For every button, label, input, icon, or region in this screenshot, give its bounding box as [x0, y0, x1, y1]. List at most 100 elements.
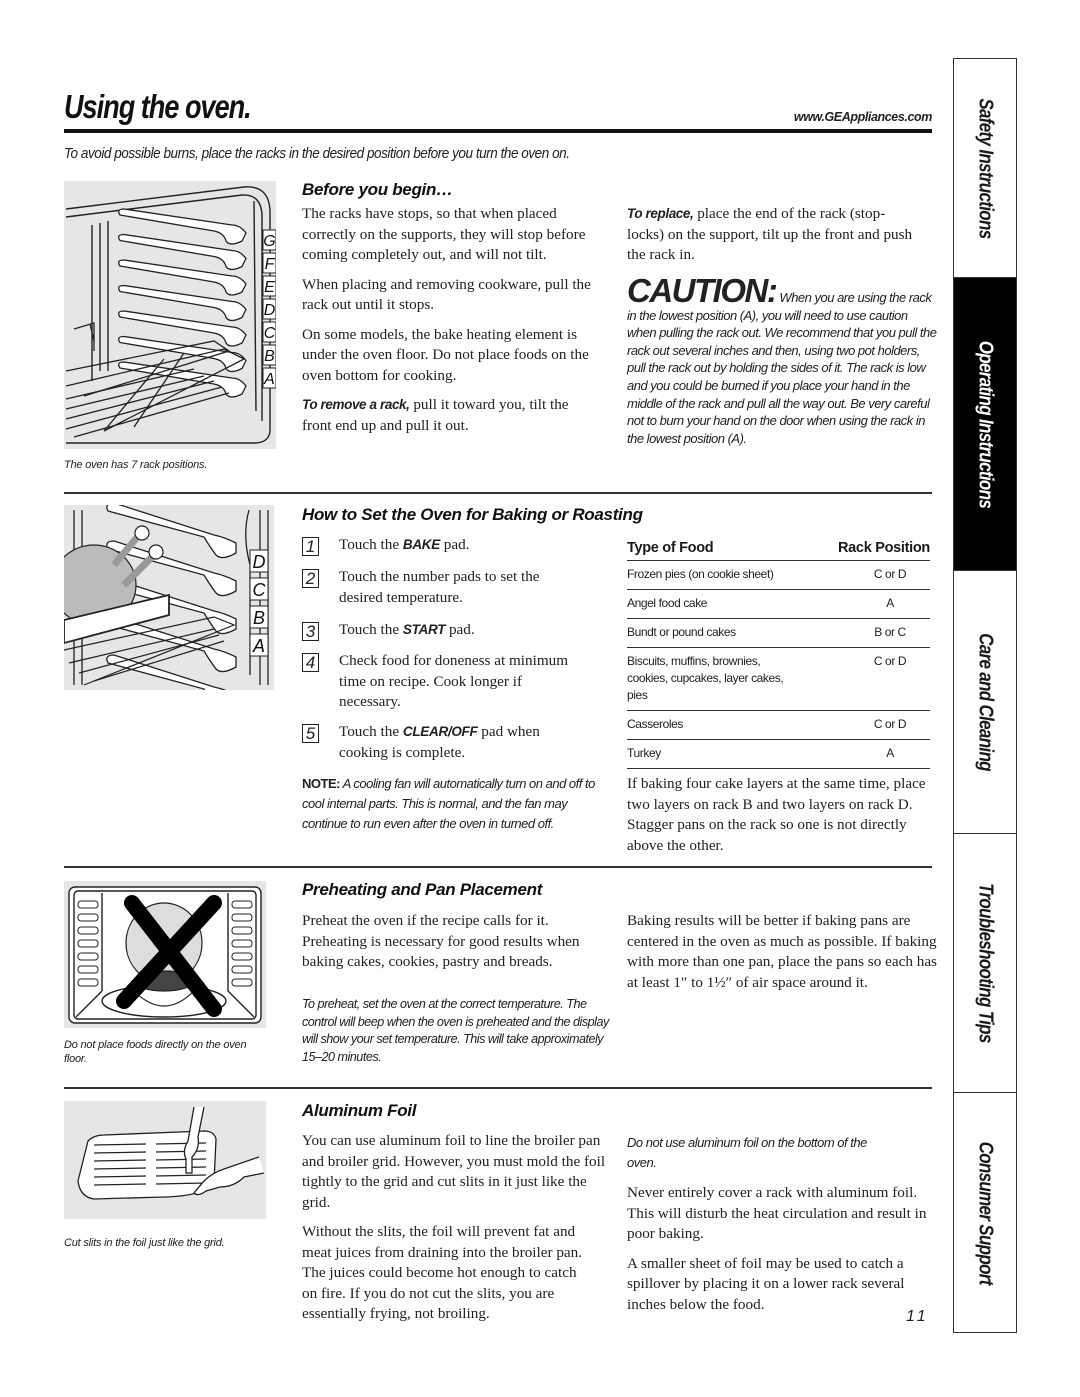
rack-position: C or D [873, 654, 907, 668]
tab-consumer-support[interactable]: Consumer Support [954, 1093, 1016, 1333]
tab-operating-instructions[interactable]: Operating Instructions [954, 278, 1016, 571]
side-rack [77, 939, 99, 948]
section-tabs: Safety Instructions Operating Instructio… [953, 58, 1017, 1333]
food-type: Turkey [627, 746, 661, 760]
column-header-food: Type of Food [627, 540, 714, 556]
foil-caption: Cut slits in the foil just like the grid… [64, 1237, 225, 1249]
rack-label-A: A [252, 636, 265, 656]
side-rack [77, 913, 99, 922]
caution-label: CAUTION: [627, 272, 778, 309]
paragraph: You can use aluminum foil to line the br… [302, 1132, 606, 1211]
aluminum-foil-text: You can use aluminum foil to line the br… [302, 1131, 612, 1334]
step-4: 4 Check food for doneness at minimum tim… [302, 651, 574, 713]
section-divider [64, 1087, 932, 1089]
paragraph: A smaller sheet of foil may be used to c… [627, 1254, 905, 1313]
before-you-begin-heading: Before you begin… [302, 180, 453, 199]
rack-position-table: Type of Food Rack Position Frozen pies (… [627, 540, 930, 769]
cake-layers-tip: If baking four cake layers at the same t… [627, 775, 926, 854]
clear-off-pad-label: CLEAR/OFF [402, 724, 478, 739]
rack-label-A: A [263, 371, 275, 388]
side-rack [231, 900, 253, 909]
step-text: Touch the number pads to set the desired… [339, 568, 540, 606]
foil-bottom-warning: Do not use aluminum foil on the bottom o… [627, 1135, 867, 1170]
rack-position: B or C [874, 625, 906, 639]
pan-placement-paragraph: Baking results will be better if baking … [627, 912, 937, 991]
table-row: Biscuits, muffins, brownies, cookies, cu… [627, 648, 930, 711]
step-5: 5 Touch the CLEAR/OFF pad when cooking i… [302, 722, 584, 763]
step-3: 3 Touch the START pad. [302, 620, 579, 641]
paragraph: On some models, the bake heating element… [302, 325, 589, 384]
step-number: 1 [302, 537, 319, 556]
step-2: 2 Touch the number pads to set the desir… [302, 567, 569, 608]
side-rack [231, 978, 253, 987]
tab-care-and-cleaning[interactable]: Care and Cleaning [954, 571, 1016, 834]
rack-label-G: G [263, 233, 275, 250]
food-type: Angel food cake [627, 596, 708, 610]
table-row: Frozen pies (on cookie sheet) C or D [627, 561, 930, 590]
section-divider [64, 866, 932, 868]
side-rack [77, 952, 99, 961]
step-number: 3 [302, 622, 319, 641]
side-rack [77, 900, 99, 909]
step-text: Touch the BAKE pad. [339, 536, 470, 553]
remove-rack-lead: To remove a rack, [302, 397, 410, 412]
page-title: Using the oven. [64, 88, 252, 125]
intro-warning: To avoid possible burns, place the racks… [64, 145, 570, 162]
oven-floor-caption: Do not place foods directly on the oven … [64, 1039, 247, 1065]
side-rack [231, 939, 253, 948]
step-number: 2 [302, 569, 319, 588]
rack-label-C: C [253, 580, 267, 600]
rack-label-E: E [264, 279, 275, 296]
caution-box: CAUTION: When you are using the rack in … [627, 274, 937, 447]
oven-floor-warning-illustration [64, 881, 266, 1028]
rack-label-F: F [265, 256, 276, 273]
rack-positions-illustration: GFEDCBA [64, 181, 276, 449]
cooling-fan-note: NOTE: A cooling fan will automatically t… [302, 774, 607, 834]
baking-heading: How to Set the Oven for Baking or Roasti… [302, 505, 643, 524]
food-type: Frozen pies (on cookie sheet) [627, 567, 774, 581]
side-rack [231, 926, 253, 935]
tab-label: Consumer Support [974, 1141, 997, 1285]
note-text: A cooling fan will automatically turn on… [302, 776, 595, 831]
broiler-foil-illustration [64, 1101, 266, 1219]
note-label: NOTE: [302, 776, 340, 791]
rack-label-B: B [253, 608, 265, 628]
preheating-paragraph: Preheat the oven if the recipe calls for… [302, 912, 580, 970]
replace-rack-lead: To replace, [627, 206, 694, 221]
side-rack [231, 965, 253, 974]
website-link[interactable]: www.GEAppliances.com [794, 110, 933, 124]
step-number: 4 [302, 653, 319, 672]
roasting-illustration: DCBA [64, 505, 274, 690]
section-divider [64, 492, 932, 494]
tab-label: Troubleshooting Tips [974, 883, 997, 1043]
baking-steps: 1 Touch the BAKE pad. 2 Touch the number… [302, 535, 602, 775]
bake-pad-label: BAKE [402, 537, 440, 552]
remove-rack-instructions: To remove a rack, pull it toward you, ti… [302, 395, 572, 436]
page-number: 11 [906, 1308, 929, 1325]
paragraph: Without the slits, the foil will prevent… [302, 1223, 583, 1322]
rack-label-C: C [264, 325, 276, 342]
tab-troubleshooting-tips[interactable]: Troubleshooting Tips [954, 834, 1016, 1093]
rack-label-B: B [264, 348, 275, 365]
tab-label: Operating Instructions [974, 340, 997, 508]
food-type: Biscuits, muffins, brownies, cookies, cu… [627, 654, 784, 702]
table-row: Angel food cake A [627, 590, 930, 619]
step-text: Touch the START pad. [339, 621, 475, 638]
step-text: Check food for doneness at minimum time … [339, 652, 569, 710]
tab-label: Care and Cleaning [974, 633, 997, 771]
side-rack [77, 978, 99, 987]
rack-position: C or D [873, 567, 907, 581]
caution-text: When you are using the rack in the lowes… [627, 290, 937, 446]
rack-position: A [886, 596, 894, 610]
tab-safety-instructions[interactable]: Safety Instructions [954, 59, 1016, 278]
rack-label-D: D [264, 302, 276, 319]
food-type: Casseroles [627, 717, 684, 731]
table-row: Casseroles C or D [627, 711, 930, 740]
paragraph: When placing and removing cookware, pull… [302, 275, 591, 314]
step-1: 1 Touch the BAKE pad. [302, 535, 579, 556]
paragraph: The racks have stops, so that when place… [302, 205, 586, 263]
side-rack [231, 913, 253, 922]
rack-position: A [886, 746, 894, 760]
tab-label: Safety Instructions [974, 97, 997, 239]
preheating-note: To preheat, set the oven at the correct … [302, 997, 609, 1064]
